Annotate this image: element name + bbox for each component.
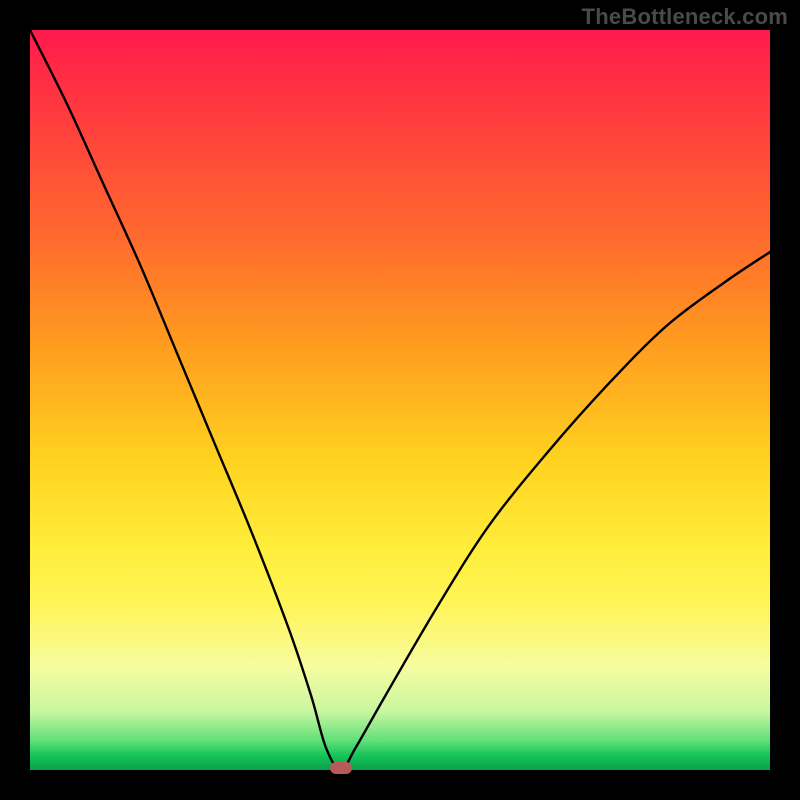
plot-area [30,30,770,770]
watermark-text: TheBottleneck.com [582,4,788,30]
bottleneck-curve [30,30,770,770]
optimal-point-marker [330,762,352,774]
chart-frame: TheBottleneck.com [0,0,800,800]
